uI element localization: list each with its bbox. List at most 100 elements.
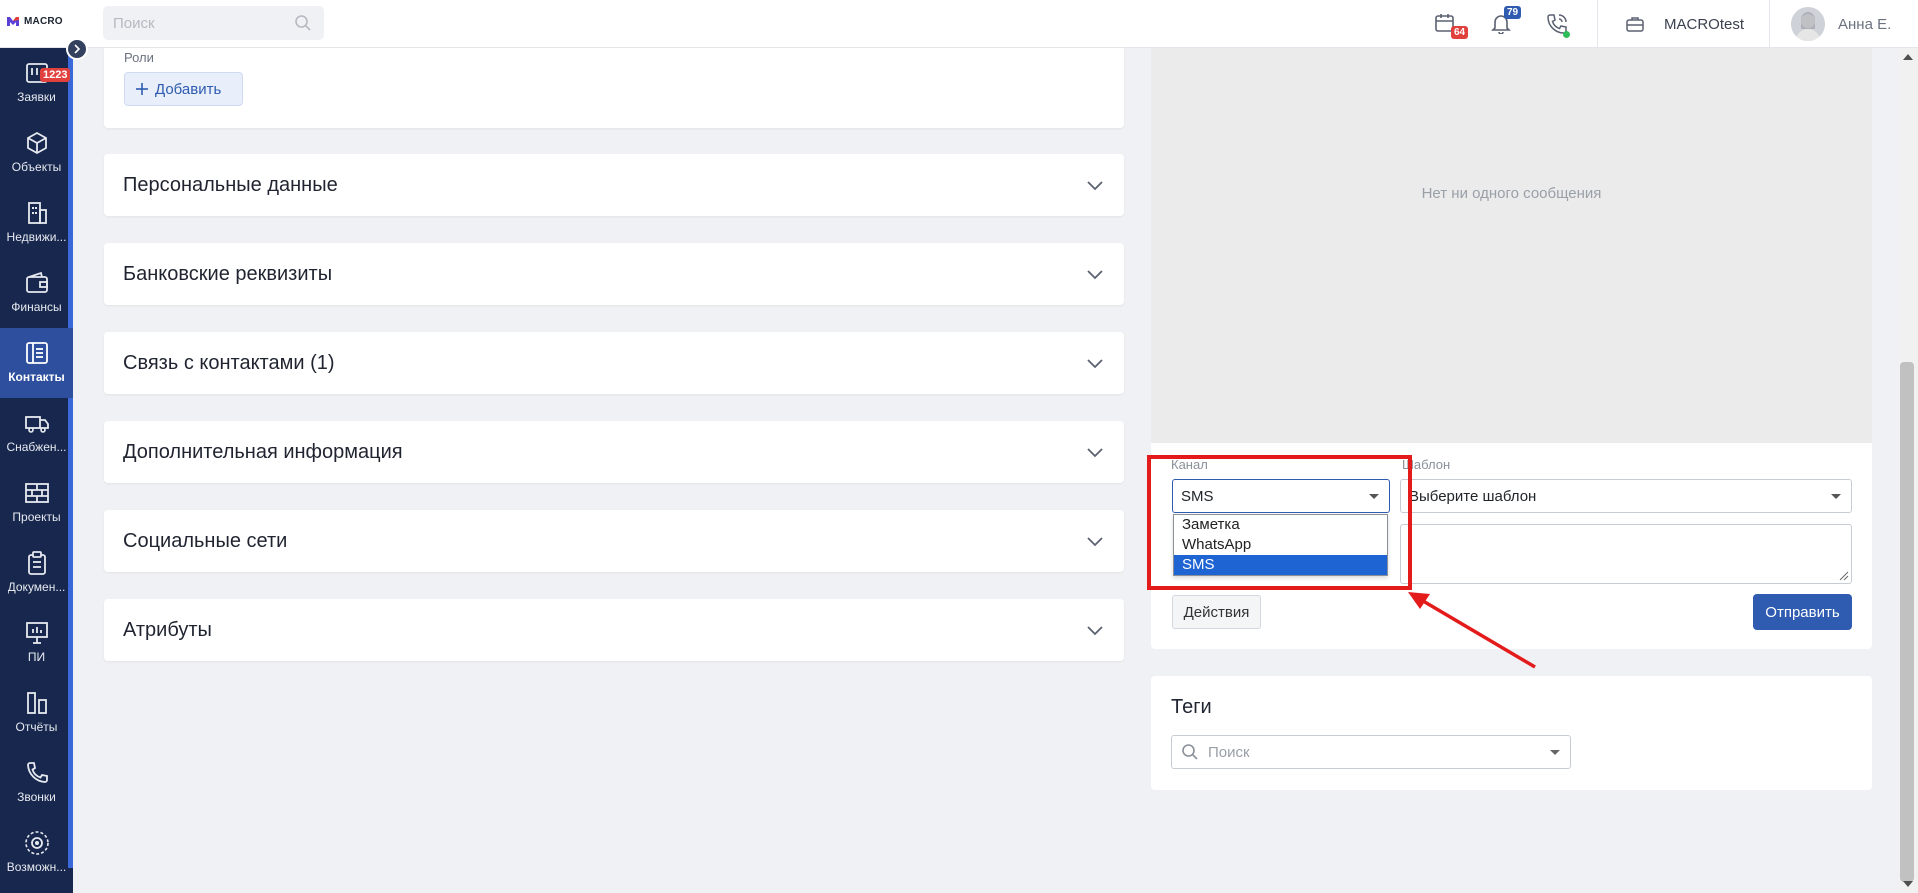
messages-area: Нет ни одного сообщения bbox=[1151, 48, 1872, 443]
sidebar-item-label: Звонки bbox=[17, 790, 56, 804]
chevron-down-icon bbox=[1087, 181, 1103, 191]
sidebar-item-features[interactable]: Возможн... bbox=[0, 818, 73, 888]
contacts-icon bbox=[25, 342, 48, 364]
section-contact-links[interactable]: Связь с контактами (1) bbox=[104, 332, 1124, 394]
sidebar-item-label: Отчёты bbox=[15, 720, 58, 734]
channel-label: Канал bbox=[1171, 457, 1208, 472]
sidebar-item-label: Контакты bbox=[8, 370, 65, 384]
template-label: Шаблон bbox=[1402, 457, 1451, 472]
channel-option-note[interactable]: Заметка bbox=[1174, 515, 1387, 535]
divider bbox=[1597, 0, 1598, 48]
template-select[interactable]: Выберите шаблон bbox=[1400, 479, 1852, 513]
cube-icon bbox=[26, 131, 47, 155]
section-title: Связь с контактами (1) bbox=[123, 352, 335, 374]
tags-search-select[interactable]: Поиск bbox=[1171, 735, 1571, 769]
channel-option-sms[interactable]: SMS bbox=[1174, 555, 1387, 575]
reports-icon bbox=[26, 692, 47, 714]
plus-icon bbox=[136, 83, 148, 95]
section-personal-data[interactable]: Персональные данные bbox=[104, 154, 1124, 216]
notifications-button[interactable]: 79 bbox=[1490, 6, 1522, 39]
truck-icon bbox=[24, 416, 49, 433]
chevron-right-icon bbox=[74, 44, 81, 54]
empty-messages-text: Нет ни одного сообщения bbox=[1421, 185, 1602, 202]
chevron-down-icon bbox=[1087, 270, 1103, 280]
user-name[interactable]: Анна Е. bbox=[1838, 16, 1891, 33]
section-bank-details[interactable]: Банковские реквизиты bbox=[104, 243, 1124, 305]
notifications-badge: 79 bbox=[1504, 6, 1522, 19]
logo[interactable]: MACRO bbox=[6, 14, 63, 28]
sidebar-item-realty[interactable]: Недвижи... bbox=[0, 188, 73, 258]
clipboard-icon bbox=[27, 551, 46, 575]
sidebar-item-reports[interactable]: Отчёты bbox=[0, 678, 73, 748]
chevron-down-icon bbox=[1087, 359, 1103, 369]
message-textarea[interactable] bbox=[1400, 524, 1852, 584]
macro-logo-icon bbox=[7, 17, 19, 26]
actions-button[interactable]: Действия bbox=[1172, 595, 1261, 629]
resize-grip-icon[interactable] bbox=[1839, 571, 1849, 581]
chevron-down-icon bbox=[1087, 626, 1103, 636]
send-button[interactable]: Отправить bbox=[1753, 594, 1852, 630]
caret-down-icon bbox=[1831, 494, 1841, 499]
calendar-button[interactable]: 64 bbox=[1434, 12, 1469, 39]
roles-card: Роли Добавить bbox=[104, 48, 1124, 128]
requests-badge: 1223 bbox=[40, 68, 71, 82]
scroll-up-arrow-icon[interactable] bbox=[1903, 54, 1913, 60]
search-placeholder: Поиск bbox=[113, 15, 155, 32]
annotation-arrow bbox=[1408, 592, 1536, 669]
section-title: Персональные данные bbox=[123, 174, 338, 196]
sidebar-item-label: ПИ bbox=[27, 650, 46, 664]
gear-icon bbox=[24, 831, 49, 855]
section-title: Атрибуты bbox=[123, 619, 212, 641]
sidebar-item-objects[interactable]: Объекты bbox=[0, 118, 73, 188]
section-title: Банковские реквизиты bbox=[123, 263, 333, 285]
section-additional-info[interactable]: Дополнительная информация bbox=[104, 421, 1124, 483]
building-icon bbox=[27, 202, 47, 224]
channel-select-value: SMS bbox=[1181, 488, 1214, 505]
sidebar-item-contacts[interactable]: Контакты bbox=[0, 328, 73, 398]
scroll-down-arrow-icon[interactable] bbox=[1903, 881, 1913, 887]
user-photo-icon bbox=[1791, 7, 1825, 41]
section-attributes[interactable]: Атрибуты bbox=[104, 599, 1124, 661]
sidebar-item-supply[interactable]: Снабжен... bbox=[0, 398, 73, 468]
avatar[interactable] bbox=[1791, 7, 1825, 41]
online-status-dot bbox=[1563, 31, 1570, 38]
logo-text: MACRO bbox=[24, 15, 63, 27]
sidebar-item-requests[interactable]: 1223 Заявки bbox=[0, 48, 73, 118]
divider bbox=[1769, 0, 1770, 48]
add-role-button[interactable]: Добавить bbox=[124, 72, 243, 106]
chevron-down-icon bbox=[1087, 448, 1103, 458]
section-title: Дополнительная информация bbox=[123, 441, 403, 463]
sidebar-item-pi[interactable]: ПИ bbox=[0, 608, 73, 678]
sidebar-item-label: Объекты bbox=[11, 160, 62, 174]
channel-dropdown: Заметка WhatsApp SMS bbox=[1173, 514, 1388, 576]
calls-button[interactable] bbox=[1545, 12, 1570, 41]
search-icon bbox=[1182, 744, 1198, 760]
sidebar-item-label: Возможн... bbox=[6, 860, 67, 874]
channel-select[interactable]: SMS bbox=[1172, 479, 1390, 513]
sidebar-item-label: Проекты bbox=[12, 510, 61, 524]
sidebar-item-label: Докумен... bbox=[7, 580, 66, 594]
calendar-badge: 64 bbox=[1451, 26, 1469, 39]
caret-down-icon bbox=[1369, 494, 1379, 499]
tags-search-placeholder: Поиск bbox=[1208, 744, 1250, 761]
template-select-value: Выберите шаблон bbox=[1409, 488, 1537, 505]
tags-card: Теги Поиск bbox=[1151, 676, 1872, 790]
sidebar-item-calls[interactable]: Звонки bbox=[0, 748, 73, 818]
scrollbar-thumb[interactable] bbox=[1900, 362, 1914, 882]
sidebar-item-projects[interactable]: Проекты bbox=[0, 468, 73, 538]
company-switcher[interactable] bbox=[1625, 15, 1645, 38]
sidebar-item-label: Финансы bbox=[11, 300, 62, 314]
sidebar-collapse-button[interactable] bbox=[66, 38, 88, 60]
phone-icon bbox=[26, 762, 48, 783]
global-search-input[interactable]: Поиск bbox=[103, 6, 324, 40]
sidebar-item-label: Недвижи... bbox=[6, 230, 67, 244]
search-icon bbox=[295, 15, 311, 31]
section-social-networks[interactable]: Социальные сети bbox=[104, 510, 1124, 572]
sidebar-item-label: Снабжен... bbox=[6, 440, 67, 454]
sidebar-item-finance[interactable]: Финансы bbox=[0, 258, 73, 328]
channel-option-whatsapp[interactable]: WhatsApp bbox=[1174, 535, 1387, 555]
sidebar-item-documents[interactable]: Докумен... bbox=[0, 538, 73, 608]
presentation-icon bbox=[25, 622, 48, 644]
company-name[interactable]: MACROtest bbox=[1664, 16, 1744, 33]
wallet-icon bbox=[25, 271, 48, 293]
